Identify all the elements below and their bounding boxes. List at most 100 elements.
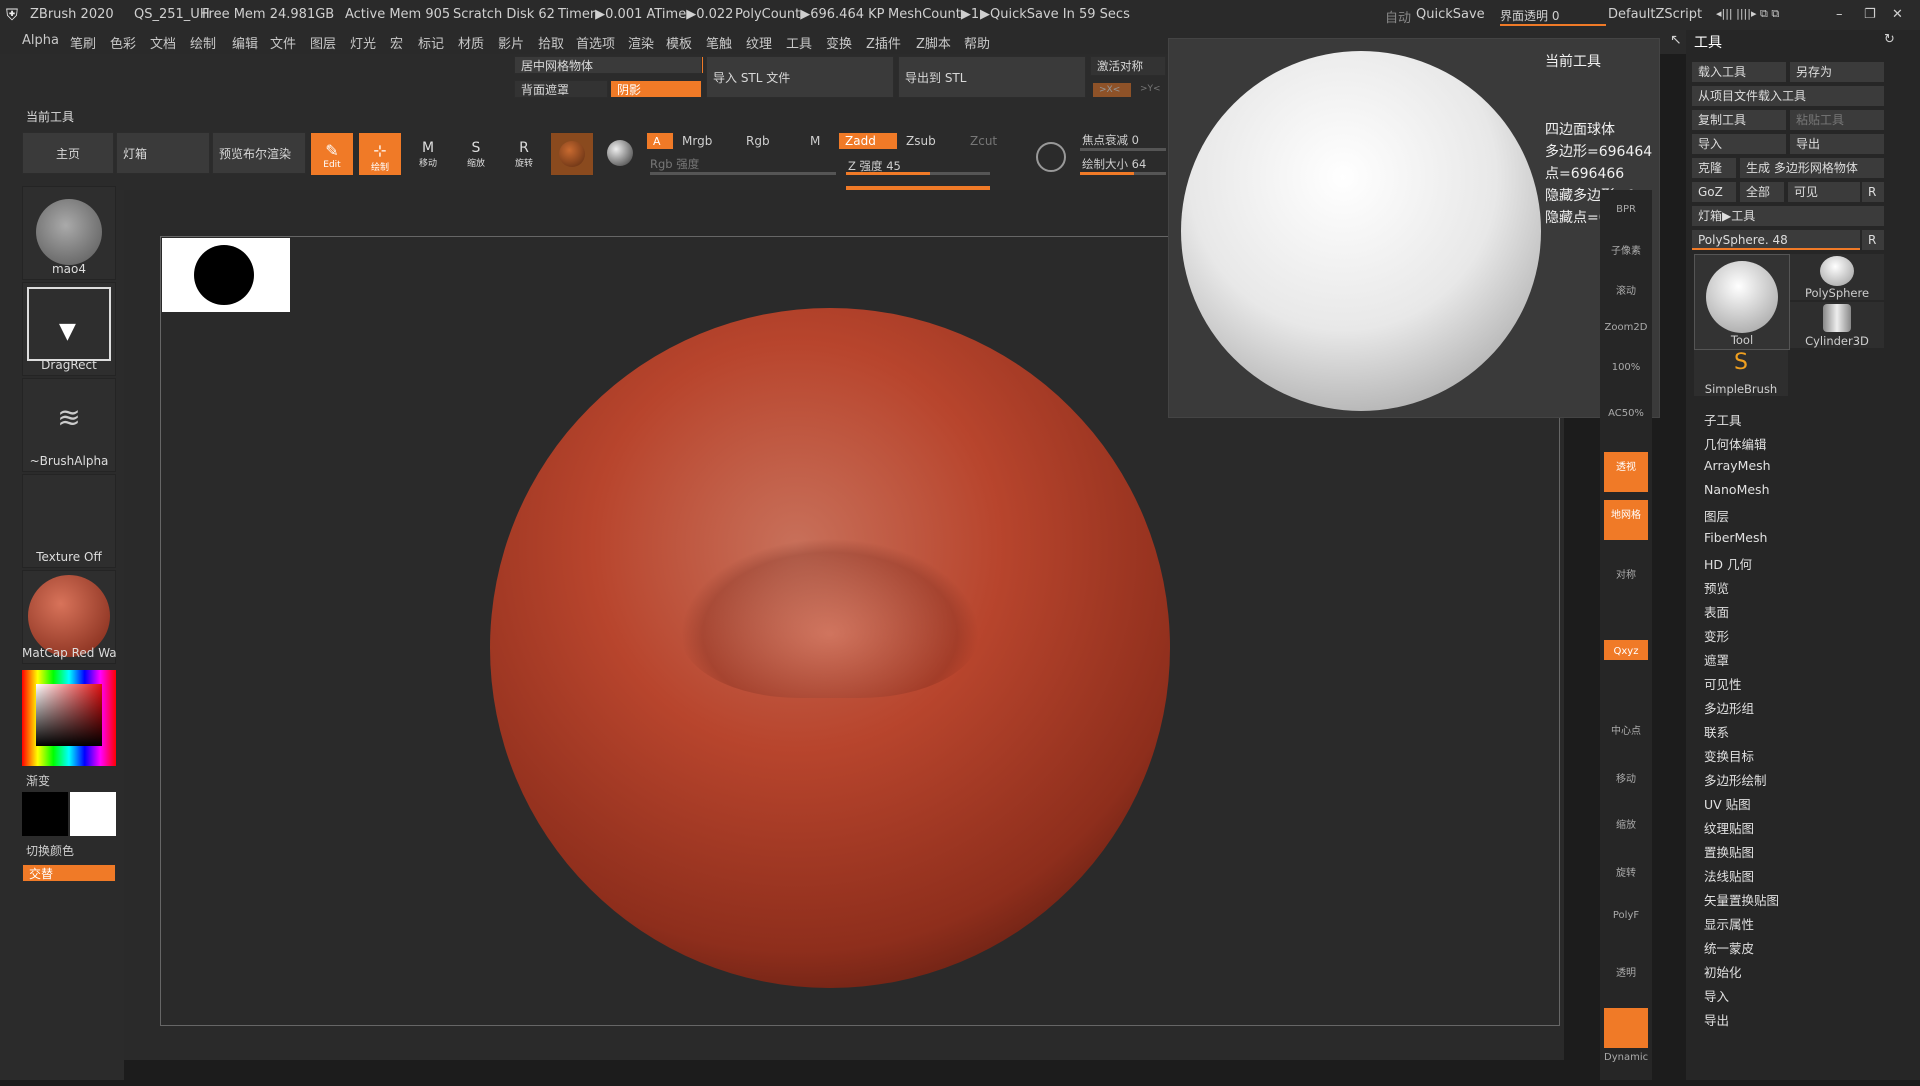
right-tool-button[interactable]: 地网格 — [1604, 500, 1648, 540]
close-icon[interactable]: ✕ — [1892, 7, 1903, 22]
zcut-button[interactable]: Zcut — [970, 134, 997, 148]
secondary-color-swatch[interactable] — [22, 792, 68, 836]
import-stl-button[interactable]: 导入 STL 文件 — [706, 56, 894, 98]
pin-icon[interactable]: ↖ — [1670, 32, 1682, 48]
layout-icons[interactable]: ◂||| ||||▸ ⧉ ⧉ — [1716, 7, 1779, 21]
menu-item[interactable]: 模板 — [666, 33, 692, 52]
tool-subpalette-item[interactable]: 初始化 — [1704, 962, 1742, 981]
menu-item[interactable]: 材质 — [458, 33, 484, 52]
quicksave-button[interactable]: QuickSave — [1416, 7, 1485, 22]
switch-color-button[interactable]: 切换颜色 — [26, 842, 74, 859]
tool-subpalette-item[interactable]: 变形 — [1704, 626, 1729, 645]
tool-subpalette-item[interactable]: 变换目标 — [1704, 746, 1754, 765]
right-tool-button[interactable] — [1604, 1008, 1648, 1048]
menu-item[interactable]: 变换 — [826, 33, 852, 52]
right-tool-button[interactable]: 滚动 — [1604, 276, 1648, 316]
shadow-button[interactable]: 阴影 — [610, 80, 702, 98]
sculpt-sphere[interactable] — [490, 308, 1170, 988]
paste-tool-button[interactable]: 粘贴工具 — [1790, 110, 1884, 130]
tool-subpalette-item[interactable]: 预览 — [1704, 578, 1729, 597]
edit-button[interactable]: ✎ Edit — [310, 132, 354, 176]
polysphere-slider[interactable]: PolySphere. 48 — [1692, 230, 1860, 250]
alternate-button[interactable]: 交替 — [22, 864, 116, 882]
menu-item[interactable]: 色彩 — [110, 33, 136, 52]
zadd-button[interactable]: Zadd — [838, 132, 898, 150]
move-button[interactable]: M 移动 — [406, 132, 450, 176]
import-button[interactable]: 导入 — [1692, 134, 1786, 154]
tool-subpalette-item[interactable]: FiberMesh — [1704, 530, 1767, 545]
right-tool-button[interactable]: 中心点 — [1604, 716, 1648, 756]
lightbox-button[interactable]: 灯箱 — [116, 132, 210, 174]
menu-item[interactable]: 编辑 — [232, 33, 258, 52]
sphere-shading-icon[interactable] — [598, 132, 642, 176]
minimize-icon[interactable]: – — [1836, 7, 1843, 22]
right-tool-button[interactable]: BPR — [1604, 198, 1648, 238]
goz-r-button[interactable]: R — [1862, 182, 1884, 202]
menu-item[interactable]: 文件 — [270, 33, 296, 52]
lazy-mouse-icon[interactable] — [1036, 142, 1066, 172]
clone-button[interactable]: 克隆 — [1692, 158, 1736, 178]
right-tool-button[interactable]: 透明 — [1604, 958, 1648, 998]
goz-button[interactable]: GoZ — [1692, 182, 1736, 202]
right-tool-button[interactable]: 100% — [1604, 356, 1648, 396]
refresh-icon[interactable]: ↻ — [1884, 32, 1895, 47]
scale-button[interactable]: S 缩放 — [454, 132, 498, 176]
menu-item[interactable]: 图层 — [310, 33, 336, 52]
menu-item[interactable]: 帮助 — [964, 33, 990, 52]
a-button[interactable]: A — [646, 132, 674, 150]
tool-subpalette-item[interactable]: 显示属性 — [1704, 914, 1754, 933]
sym-x-button[interactable]: >X< — [1092, 82, 1132, 98]
right-tool-button[interactable]: 子像素 — [1604, 236, 1648, 276]
tool-subpalette-item[interactable]: 表面 — [1704, 602, 1729, 621]
m-button[interactable]: M — [810, 134, 820, 148]
cylinder-thumbnail[interactable]: Cylinder3D — [1790, 302, 1884, 348]
tool-subpalette-item[interactable]: 几何体编辑 — [1704, 434, 1767, 453]
polysphere-thumbnail[interactable]: PolySphere — [1790, 254, 1884, 300]
right-tool-button[interactable]: 透视 — [1604, 452, 1648, 492]
right-tool-button[interactable]: 对称 — [1604, 560, 1648, 600]
rotate-button[interactable]: R 旋转 — [502, 132, 546, 176]
menu-item[interactable]: 笔触 — [706, 33, 732, 52]
right-tool-button[interactable]: 缩放 — [1604, 810, 1648, 850]
default-zscript-button[interactable]: DefaultZScript — [1608, 7, 1702, 22]
restore-icon[interactable]: ❐ — [1864, 7, 1876, 22]
right-tool-button[interactable]: 移动 — [1604, 764, 1648, 804]
right-tool-button[interactable]: AC50% — [1604, 402, 1648, 442]
menu-item[interactable]: 拾取 — [538, 33, 564, 52]
center-mesh-button[interactable]: 居中网格物体 — [514, 56, 702, 74]
zsub-button[interactable]: Zsub — [906, 134, 936, 148]
menu-item[interactable]: 影片 — [498, 33, 524, 52]
tool-subpalette-item[interactable]: UV 贴图 — [1704, 794, 1751, 813]
tool-subpalette-item[interactable]: 置换贴图 — [1704, 842, 1754, 861]
tool-subpalette-item[interactable]: ArrayMesh — [1704, 458, 1771, 473]
menu-item[interactable]: Alpha — [22, 33, 59, 48]
tool-subpalette-item[interactable]: 导出 — [1704, 1010, 1729, 1029]
sym-y-button[interactable]: >Y< — [1140, 84, 1161, 94]
tool-thumbnail[interactable]: Tool — [1694, 254, 1790, 350]
make-polymesh-button[interactable]: 生成 多边形网格物体 — [1740, 158, 1884, 178]
rgb-button[interactable]: Rgb — [746, 134, 770, 148]
menu-item[interactable]: 笔刷 — [70, 33, 96, 52]
tool-subpalette-item[interactable]: 遮罩 — [1704, 650, 1729, 669]
right-tool-button[interactable]: Zoom2D — [1604, 316, 1648, 356]
save-as-button[interactable]: 另存为 — [1790, 62, 1884, 82]
simplebrush-thumbnail[interactable]: S SimpleBrush — [1694, 350, 1788, 396]
lightbox-tool-button[interactable]: 灯箱▶工具 — [1692, 206, 1884, 226]
export-stl-button[interactable]: 导出到 STL — [898, 56, 1086, 98]
tool-subpalette-item[interactable]: 矢量置换贴图 — [1704, 890, 1779, 909]
polysphere-r-button[interactable]: R — [1862, 230, 1884, 250]
draw-size-slider[interactable]: 绘制大小 64 — [1082, 156, 1146, 172]
load-tool-button[interactable]: 载入工具 — [1692, 62, 1786, 82]
tool-subpalette-item[interactable]: 图层 — [1704, 506, 1729, 525]
material-sphere-icon[interactable] — [550, 132, 594, 176]
goz-all-button[interactable]: 全部 — [1740, 182, 1784, 202]
menu-item[interactable]: 标记 — [418, 33, 444, 52]
tool-subpalette-item[interactable]: 法线贴图 — [1704, 866, 1754, 885]
tool-subpalette-item[interactable]: 联系 — [1704, 722, 1729, 741]
tool-subpalette-item[interactable]: 统一蒙皮 — [1704, 938, 1754, 957]
menu-item[interactable]: 渲染 — [628, 33, 654, 52]
menu-item[interactable]: 宏 — [390, 33, 403, 52]
tool-subpalette-item[interactable]: 可见性 — [1704, 674, 1742, 693]
activate-symmetry-button[interactable]: 激活对称 — [1090, 56, 1166, 76]
tool-subpalette-item[interactable]: HD 几何 — [1704, 554, 1752, 573]
